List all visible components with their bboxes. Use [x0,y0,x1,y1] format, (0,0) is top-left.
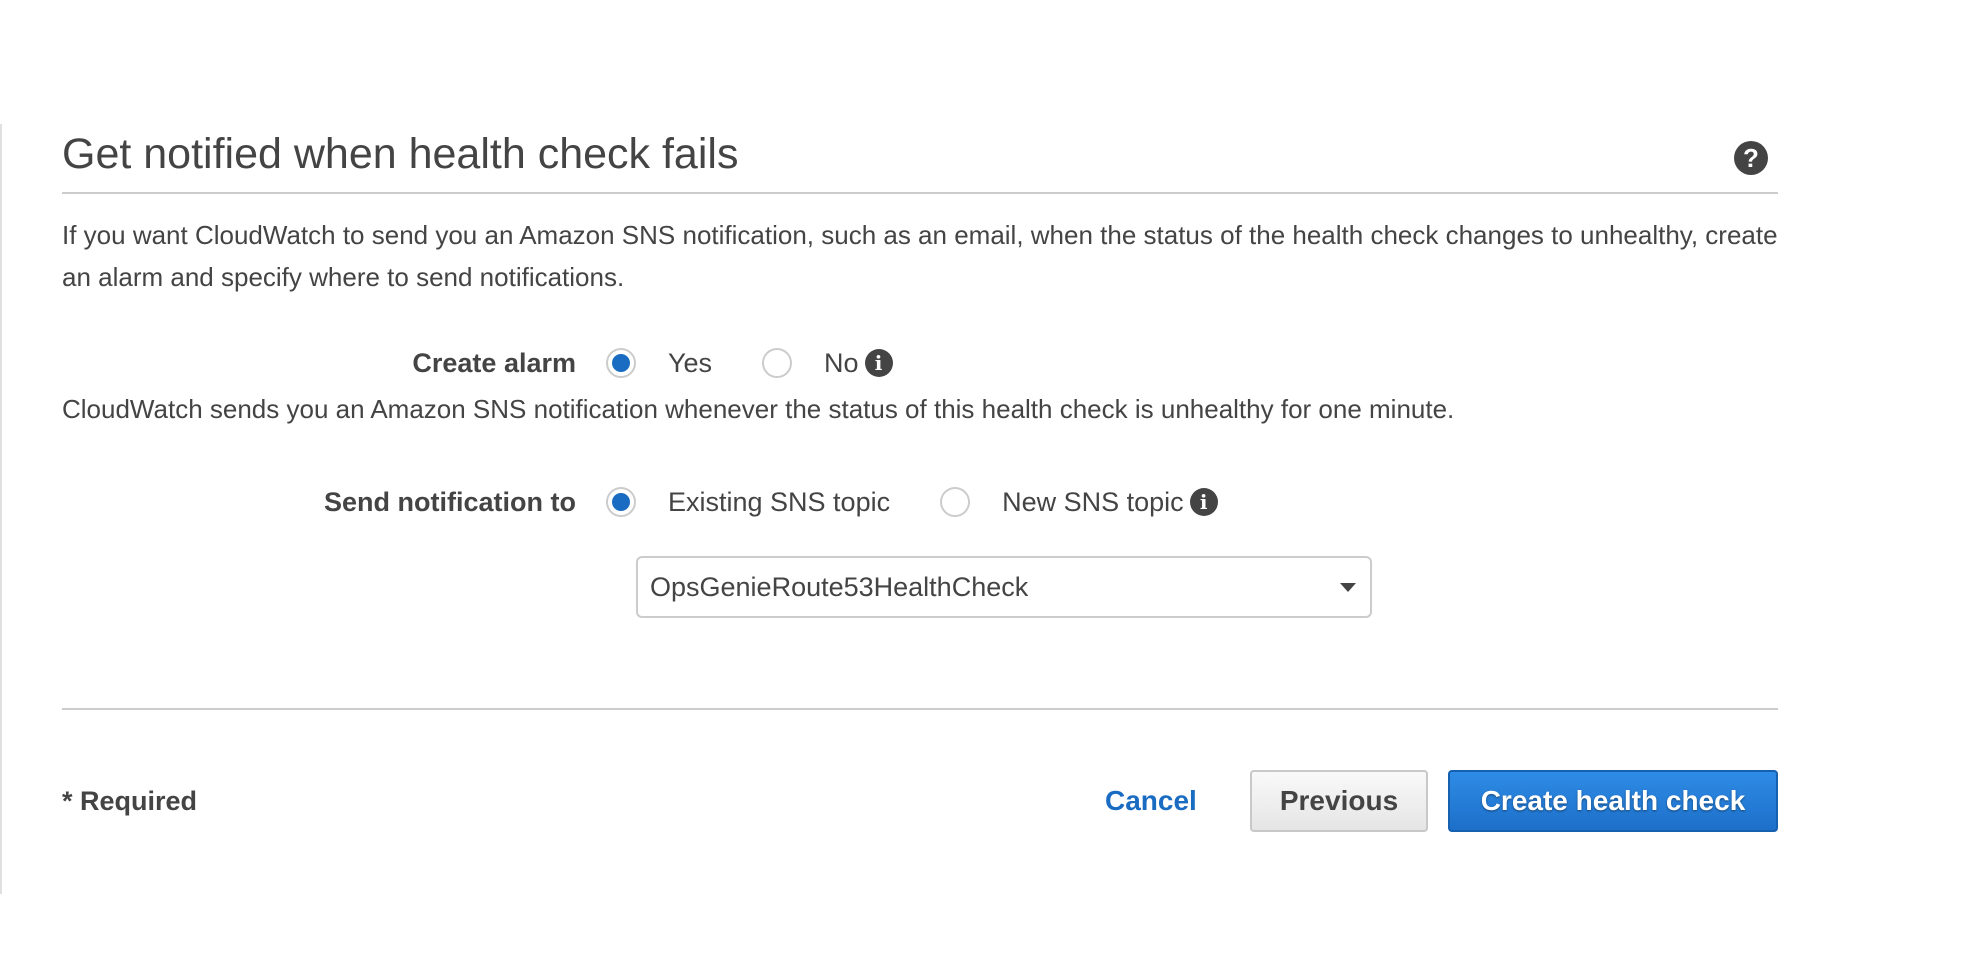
create-alarm-radio-group: Yes No i [606,348,893,379]
sns-topic-select-value: OpsGenieRoute53HealthCheck [650,572,1029,602]
left-border [0,124,2,894]
section-description: If you want CloudWatch to send you an Am… [62,220,1778,292]
existing-sns-topic-label: Existing SNS topic [668,486,891,517]
create-alarm-no-label: No [824,347,859,378]
new-sns-topic-option[interactable]: New SNS topic i [940,487,1218,518]
send-notification-row: Send notification to Existing SNS topic … [62,480,1778,524]
notification-section: Get notified when health check fails ? I… [62,124,1778,832]
sns-topic-select[interactable]: OpsGenieRoute53HealthCheck [636,556,1372,618]
existing-sns-topic-option[interactable]: Existing SNS topic [606,487,890,518]
info-icon[interactable]: i [864,349,893,377]
info-icon[interactable]: i [1189,488,1218,516]
footer-divider [62,708,1778,710]
page: Get notified when health check fails ? I… [0,0,1988,972]
create-alarm-yes-label: Yes [668,347,713,378]
alarm-note: CloudWatch sends you an Amazon SNS notif… [62,394,1455,424]
send-notification-label: Send notification to [324,486,576,517]
section-header: Get notified when health check fails ? [62,124,1778,194]
create-alarm-yes-radio[interactable] [606,348,636,378]
create-alarm-label: Create alarm [412,347,576,378]
help-icon[interactable]: ? [1734,141,1768,175]
chevron-down-icon [1340,583,1356,592]
create-alarm-no-radio[interactable] [762,348,793,378]
required-note: * Required [62,786,198,816]
new-sns-topic-label: New SNS topic [1002,486,1184,517]
cancel-link[interactable]: Cancel [1105,770,1197,832]
send-notification-radio-group: Existing SNS topic New SNS topic i [606,487,1218,518]
create-alarm-yes-option[interactable]: Yes [606,348,712,379]
create-alarm-no-option[interactable]: No i [762,348,893,379]
section-title: Get notified when health check fails [62,130,739,178]
new-sns-topic-radio[interactable] [940,487,971,517]
form-footer: * Required Cancel Previous Create health… [62,770,1778,832]
create-alarm-row: Create alarm Yes No i [62,341,1778,385]
create-health-check-button[interactable]: Create health check [1448,770,1778,832]
previous-button[interactable]: Previous [1250,770,1428,832]
existing-sns-topic-radio[interactable] [606,487,636,517]
